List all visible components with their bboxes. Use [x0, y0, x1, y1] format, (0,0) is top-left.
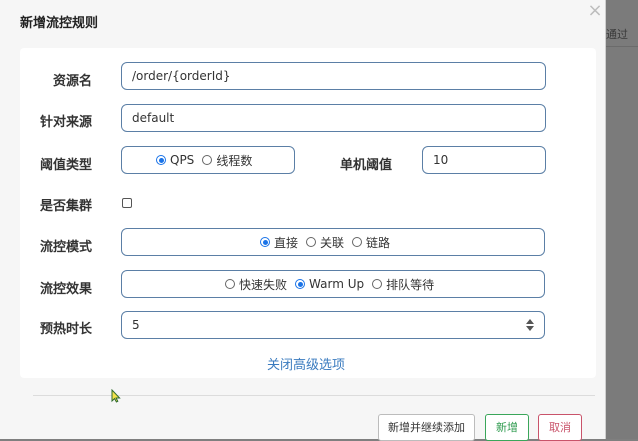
- resource-label: 资源名: [53, 74, 93, 89]
- threshold-type-qps[interactable]: QPS: [156, 153, 194, 167]
- flow-effect-fast-fail[interactable]: 快速失败: [225, 276, 287, 293]
- flow-effect-fast-fail-label: 快速失败: [239, 277, 288, 292]
- cluster-label: 是否集群: [40, 199, 93, 214]
- flow-mode-group: 直接 关联 链路: [121, 228, 545, 256]
- threshold-type-label: 阈值类型: [40, 158, 93, 173]
- source-input[interactable]: default: [121, 104, 546, 132]
- dialog-header: 新增流控规则 ×: [0, 0, 606, 38]
- dialog-title: 新增流控规则: [20, 16, 99, 31]
- threshold-type-group: QPS 线程数: [121, 146, 295, 174]
- radio-icon: [202, 155, 213, 165]
- flow-effect-queue[interactable]: 排队等待: [372, 276, 434, 293]
- single-threshold-label: 单机阈值: [340, 158, 393, 173]
- add-and-continue-button[interactable]: 新增并继续添加: [378, 414, 475, 441]
- flow-mode-label: 流控模式: [40, 240, 93, 255]
- resource-input[interactable]: /order/{orderId}: [121, 62, 546, 90]
- stepper-icon[interactable]: [526, 318, 534, 332]
- single-threshold-input[interactable]: 10: [422, 146, 546, 174]
- background-text: 通过: [606, 28, 628, 41]
- radio-selected-icon: [295, 279, 306, 289]
- threshold-type-qps-label: QPS: [170, 153, 195, 167]
- cluster-checkbox[interactable]: [122, 198, 132, 208]
- close-advanced-options-link[interactable]: 关闭高级选项: [267, 354, 345, 373]
- flow-effect-warm-up[interactable]: Warm Up: [295, 277, 364, 291]
- warmup-value: 5: [132, 318, 140, 332]
- radio-icon: [225, 279, 235, 289]
- warmup-label: 预热时长: [40, 322, 93, 337]
- add-button[interactable]: 新增: [485, 414, 529, 441]
- flow-mode-direct[interactable]: 直接: [260, 234, 298, 251]
- flow-effect-queue-label: 排队等待: [386, 277, 435, 292]
- flow-mode-chain-label: 链路: [366, 235, 391, 250]
- radio-icon: [352, 237, 363, 247]
- flow-mode-relate[interactable]: 关联: [306, 234, 344, 251]
- warmup-input[interactable]: 5: [121, 311, 545, 339]
- cancel-button[interactable]: 取消: [538, 414, 582, 441]
- radio-selected-icon: [156, 155, 166, 165]
- flow-effect-group: 快速失败 Warm Up 排队等待: [121, 270, 545, 298]
- flow-mode-relate-label: 关联: [320, 235, 345, 250]
- radio-icon: [306, 237, 317, 247]
- background-panel: [606, 0, 638, 439]
- add-flow-rule-dialog: 新增流控规则 × 资源名 /order/{orderId} 针对来源 defau…: [0, 0, 606, 441]
- background-divider: [606, 46, 638, 47]
- threshold-type-threads[interactable]: 线程数: [202, 152, 252, 169]
- flow-effect-warm-up-label: Warm Up: [309, 277, 365, 291]
- flow-mode-direct-label: 直接: [274, 235, 299, 250]
- flow-mode-chain[interactable]: 链路: [352, 234, 390, 251]
- flow-effect-label: 流控效果: [40, 282, 93, 297]
- radio-icon: [372, 279, 383, 289]
- radio-selected-icon: [260, 237, 270, 247]
- threshold-type-threads-label: 线程数: [216, 153, 253, 168]
- mouse-cursor-icon: [111, 389, 121, 403]
- source-label: 针对来源: [40, 115, 93, 130]
- close-icon[interactable]: ×: [587, 1, 603, 21]
